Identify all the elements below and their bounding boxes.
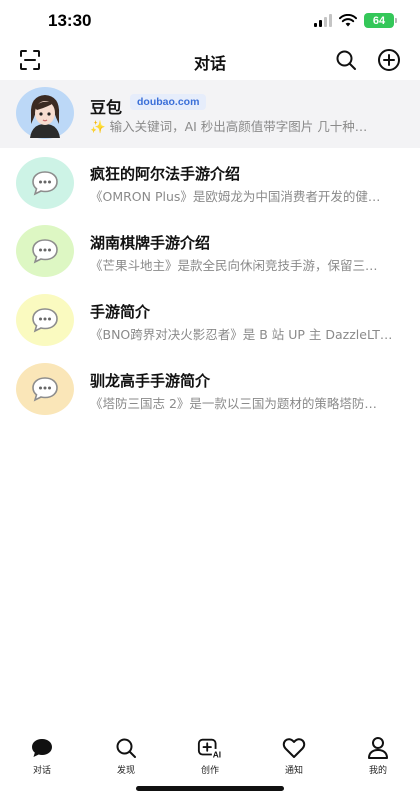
sparkle-icon: ✨ — [90, 119, 106, 134]
wifi-icon — [339, 14, 357, 27]
chat-row[interactable]: 疯狂的阿尔法手游介绍 《OMRON Plus》是欧姆龙为中国消费者开发的健… — [0, 148, 420, 218]
tab-discover[interactable]: 发现 — [84, 730, 168, 780]
tab-profile[interactable]: 我的 — [336, 730, 420, 780]
chat-bubble-icon — [32, 377, 58, 402]
avatar — [16, 363, 74, 415]
tab-label: 我的 — [368, 766, 387, 776]
status-time: 13:30 — [48, 11, 92, 30]
tab-chat[interactable]: 对话 — [0, 730, 84, 780]
chat-preview: 《塔防三国志 2》是一款以三国为题材的策略塔防… — [90, 396, 377, 411]
battery-indicator: 64 — [364, 13, 397, 28]
tab-label: 对话 — [32, 766, 51, 776]
pinned-chat-doubao[interactable]: 豆包 doubao.com ✨ 输入关键词，AI 秒出高颜值带字图片 几十种… — [0, 80, 420, 148]
chat-bubble-icon — [29, 735, 55, 761]
plus-circle-icon — [378, 49, 400, 71]
status-bar: 13:30 64 — [0, 0, 420, 42]
avatar — [16, 87, 74, 139]
tab-label: 通知 — [284, 766, 303, 776]
search-button[interactable] — [334, 48, 358, 72]
chat-title: 疯狂的阿尔法手游介绍 — [90, 165, 241, 183]
tab-create[interactable]: AI 创作 — [168, 730, 252, 780]
person-icon — [365, 735, 391, 761]
home-indicator[interactable] — [136, 786, 284, 791]
avatar — [16, 157, 74, 209]
new-chat-button[interactable] — [377, 48, 401, 72]
create-ai-icon: AI — [197, 735, 223, 761]
tab-notifications[interactable]: 通知 — [252, 730, 336, 780]
chat-preview: 《BNO跨界对决火影忍者》是 B 站 UP 主 DazzleLT… — [90, 327, 393, 342]
chat-title: 驯龙高手手游简介 — [90, 372, 211, 390]
chat-row[interactable]: 湖南棋牌手游介绍 《芒果斗地主》是款全民向休闲竞技手游，保留三… — [0, 218, 420, 288]
chat-bubble-icon — [32, 171, 58, 196]
chat-bubble-icon — [32, 308, 58, 333]
chat-title: 手游简介 — [90, 303, 151, 321]
create-ai-icon-text: AI — [213, 749, 221, 759]
heart-icon — [281, 735, 307, 761]
avatar — [16, 225, 74, 277]
search-icon — [113, 735, 139, 761]
doubao-avatar-icon — [20, 88, 70, 138]
chat-preview: 《芒果斗地主》是款全民向休闲竞技手游，保留三… — [90, 258, 378, 273]
status-indicators: 64 — [314, 13, 397, 28]
chat-title: 湖南棋牌手游介绍 — [90, 234, 211, 252]
cellular-signal-icon — [314, 14, 332, 27]
chat-preview-text: 输入关键词，AI 秒出高颜值带字图片 几十种… — [109, 119, 368, 134]
chat-row[interactable]: 驯龙高手手游简介 《塔防三国志 2》是一款以三国为题材的策略塔防… — [0, 358, 420, 428]
bottom-tab-bar: 对话 发现 AI 创作 通知 我的 — [0, 730, 420, 780]
chat-preview: ✨ 输入关键词，AI 秒出高颜值带字图片 几十种… — [90, 116, 394, 135]
avatar — [16, 294, 74, 346]
tab-label: 发现 — [116, 766, 135, 776]
tab-label: 创作 — [200, 766, 219, 776]
search-icon — [336, 50, 356, 70]
chat-title: 豆包 — [90, 98, 123, 117]
top-header: 对话 — [0, 42, 420, 78]
chat-bubble-icon — [32, 239, 58, 264]
chat-row[interactable]: 手游简介 《BNO跨界对决火影忍者》是 B 站 UP 主 DazzleLT… — [0, 288, 420, 358]
domain-badge: doubao.com — [130, 94, 207, 110]
chat-preview: 《OMRON Plus》是欧姆龙为中国消费者开发的健… — [90, 189, 381, 204]
